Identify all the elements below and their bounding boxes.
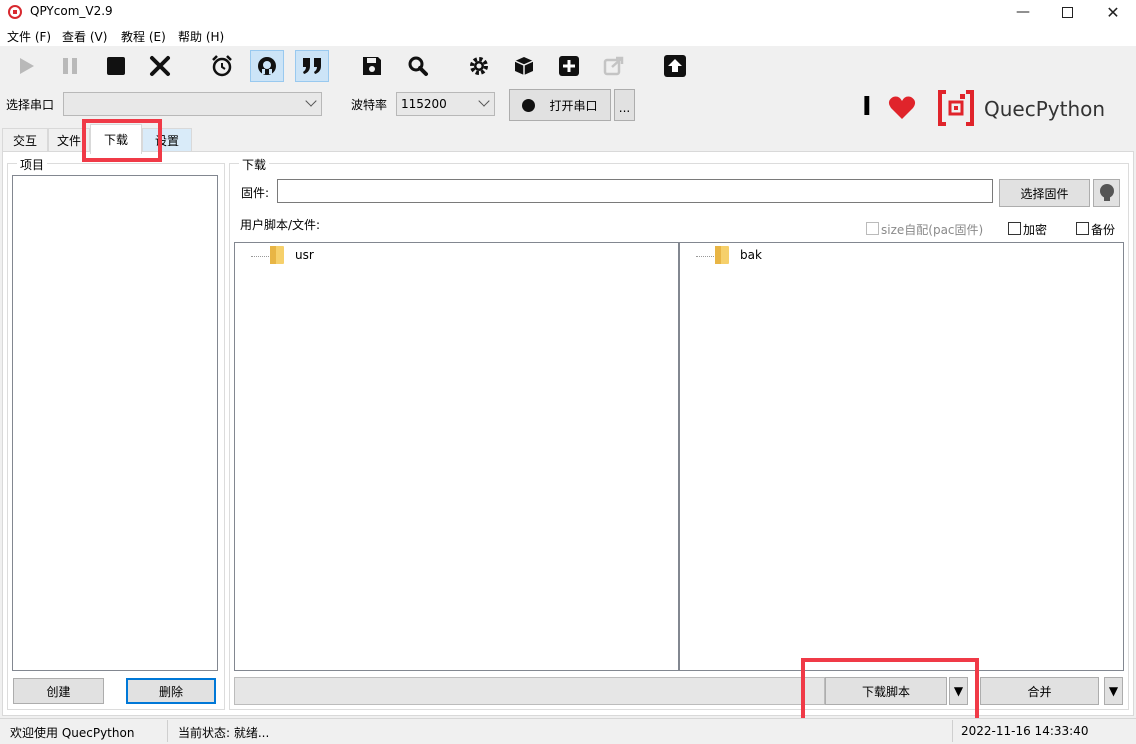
port-label: 选择串口: [6, 98, 55, 112]
status-state: 当前状态: 就绪...: [178, 726, 270, 740]
export-icon[interactable]: [597, 50, 631, 82]
save-icon[interactable]: [355, 50, 389, 82]
encrypt-label: 加密: [1023, 223, 1048, 237]
baud-label: 波特率: [351, 98, 388, 112]
tree-connector: [251, 256, 269, 257]
highlight-download-script: [801, 658, 979, 723]
stop-icon[interactable]: [99, 50, 133, 82]
menu-tutorial[interactable]: 教程 (E): [121, 28, 166, 45]
quote-icon[interactable]: [295, 50, 329, 82]
download-group-title: 下载: [239, 156, 270, 173]
menu-help[interactable]: 帮助 (H): [178, 28, 224, 45]
chevron-down-icon: [305, 95, 317, 107]
maximize-icon: [1061, 6, 1073, 18]
scripts-label: 用户脚本/文件:: [240, 218, 321, 232]
alarm-icon[interactable]: [205, 50, 239, 82]
chevron-down-icon: [478, 95, 490, 107]
project-list[interactable]: [12, 175, 218, 671]
tree-item-usr[interactable]: usr: [295, 248, 314, 262]
create-button[interactable]: 创建: [13, 678, 104, 704]
add-icon[interactable]: [552, 50, 586, 82]
project-group-title: 项目: [17, 156, 48, 173]
open-port-button[interactable]: 打开串口: [509, 89, 611, 121]
folder-icon: [270, 246, 284, 264]
firmware-input[interactable]: [277, 179, 993, 203]
play-icon[interactable]: [9, 50, 43, 82]
pause-icon[interactable]: [53, 50, 87, 82]
select-firmware-button[interactable]: 选择固件: [999, 179, 1090, 207]
tree-connector: [696, 256, 714, 257]
brand-name: QuecPython: [984, 97, 1106, 121]
cube-icon[interactable]: [507, 50, 541, 82]
size-auto-checkbox[interactable]: [866, 222, 879, 235]
highlight-download-tab: [82, 119, 162, 162]
open-port-label: 打开串口: [549, 98, 598, 113]
backup-label: 备份: [1091, 223, 1116, 237]
tab-interact[interactable]: 交互: [2, 128, 48, 152]
encrypt-checkbox[interactable]: [1008, 222, 1021, 235]
bak-file-tree[interactable]: [679, 242, 1124, 671]
status-divider: [167, 720, 168, 742]
cursor-glyph: I: [862, 92, 872, 122]
size-auto-label: size自配(pac固件): [881, 223, 984, 237]
merge-dropdown-button[interactable]: ▼: [1104, 677, 1123, 705]
port-select[interactable]: [63, 92, 322, 116]
close-window-button[interactable]: ✕: [1090, 0, 1136, 24]
menu-bar: [0, 24, 1136, 46]
window-title: QPYcom_V2.9: [30, 4, 113, 18]
chat-icon[interactable]: [250, 50, 284, 82]
maximize-button[interactable]: [1044, 0, 1090, 24]
search-icon[interactable]: [401, 50, 435, 82]
lightbulb-icon: [1099, 184, 1114, 201]
merge-button[interactable]: 合并: [980, 677, 1099, 705]
download-progress-bar: [234, 677, 825, 705]
record-dot-icon: [522, 98, 536, 112]
upload-icon[interactable]: [658, 50, 692, 82]
menu-view[interactable]: 查看 (V): [62, 28, 107, 45]
lightbulb-button[interactable]: [1093, 179, 1120, 207]
app-logo-icon: [8, 5, 22, 19]
status-welcome: 欢迎使用 QuecPython: [10, 726, 135, 740]
quecpython-logo-icon: [936, 88, 976, 131]
delete-button[interactable]: 删除: [126, 678, 216, 704]
status-datetime: 2022-11-16 14:33:40: [961, 724, 1089, 738]
usr-file-tree[interactable]: [234, 242, 679, 671]
baud-value: 115200: [401, 97, 447, 111]
minimize-button[interactable]: —: [1000, 0, 1046, 24]
firmware-label: 固件:: [241, 186, 270, 200]
title-bar: [0, 0, 1136, 24]
baud-select[interactable]: 115200: [396, 92, 495, 116]
heart-icon: [888, 95, 916, 124]
tree-item-bak[interactable]: bak: [740, 248, 762, 262]
backup-checkbox[interactable]: [1076, 222, 1089, 235]
menu-file[interactable]: 文件 (F): [7, 28, 51, 45]
folder-icon: [715, 246, 729, 264]
close-icon[interactable]: [143, 50, 177, 82]
gear-icon[interactable]: [462, 50, 496, 82]
status-divider: [952, 720, 953, 742]
more-button[interactable]: ...: [614, 89, 635, 121]
